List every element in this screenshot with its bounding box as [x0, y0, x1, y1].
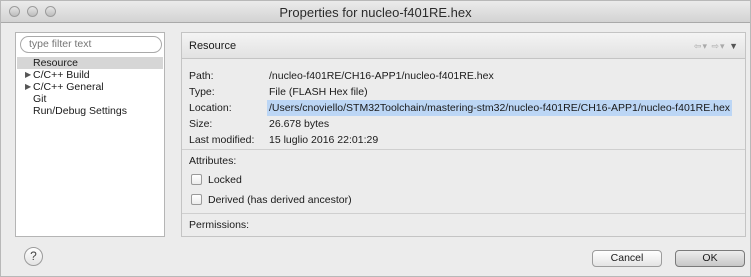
size-label: Size: [189, 118, 213, 130]
divider [182, 213, 745, 214]
help-button[interactable]: ? [24, 247, 43, 266]
derived-checkbox-row[interactable]: Derived (has derived ancestor) [191, 193, 352, 207]
sidebar-item-label: Git [33, 93, 47, 105]
page-nav: ⇦▾ ⇨▾ ▼ [694, 41, 739, 52]
category-tree: Resource ▶ C/C++ Build ▶ C/C++ General G… [17, 57, 163, 117]
forward-arrow-icon[interactable]: ⇨▾ [712, 41, 726, 51]
type-value: File (FLASH Hex file) [269, 86, 368, 98]
last-modified-value: 15 luglio 2016 22:01:29 [269, 134, 379, 146]
sidebar-item-label: C/C++ Build [33, 69, 90, 81]
path-label: Path: [189, 70, 214, 82]
sidebar-item-label: Resource [33, 57, 78, 69]
sidebar-item-c-cpp-general[interactable]: ▶ C/C++ General [17, 81, 163, 93]
locked-checkbox-row[interactable]: Locked [191, 173, 242, 187]
expand-triangle-icon[interactable]: ▶ [25, 81, 31, 93]
size-value: 26.678 bytes [269, 118, 330, 130]
derived-label: Derived (has derived ancestor) [208, 194, 352, 206]
sidebar-item-label: Run/Debug Settings [33, 105, 127, 117]
last-modified-label: Last modified: [189, 134, 255, 146]
sidebar-item-git[interactable]: Git [17, 93, 163, 105]
location-label: Location: [189, 102, 232, 114]
expand-triangle-icon[interactable]: ▶ [25, 69, 31, 81]
title-bar: Properties for nucleo-f401RE.hex [1, 1, 750, 23]
locked-checkbox[interactable] [191, 173, 202, 185]
view-menu-icon[interactable]: ▼ [729, 41, 739, 51]
filter-input[interactable] [29, 38, 153, 50]
window-title: Properties for nucleo-f401RE.hex [279, 5, 472, 20]
permissions-label: Permissions: [189, 219, 250, 231]
sidebar-item-run-debug-settings[interactable]: Run/Debug Settings [17, 105, 163, 117]
location-value[interactable]: /Users/cnoviello/STM32Toolchain/masterin… [267, 100, 733, 116]
location-row: Location: /Users/cnoviello/STM32Toolchai… [189, 100, 745, 116]
page-header: Resource ⇦▾ ⇨▾ ▼ [182, 33, 745, 59]
locked-label: Locked [208, 174, 242, 186]
sidebar-item-c-cpp-build[interactable]: ▶ C/C++ Build [17, 69, 163, 81]
properties-window: Properties for nucleo-f401RE.hex Resourc… [0, 0, 751, 277]
divider [182, 149, 745, 150]
filter-field[interactable] [20, 36, 162, 53]
path-value: /nucleo-f401RE/CH16-APP1/nucleo-f401RE.h… [269, 70, 494, 82]
size-row: Size: 26.678 bytes [189, 116, 745, 132]
properties-page: Resource ⇦▾ ⇨▾ ▼ Path: /nucleo-f401RE/CH… [181, 32, 746, 237]
cancel-button[interactable]: Cancel [592, 250, 662, 267]
ok-button[interactable]: OK [675, 250, 745, 267]
sidebar-item-label: C/C++ General [33, 81, 104, 93]
last-modified-row: Last modified: 15 luglio 2016 22:01:29 [189, 132, 745, 148]
type-row: Type: File (FLASH Hex file) [189, 84, 745, 100]
back-arrow-icon[interactable]: ⇦▾ [694, 41, 708, 51]
resource-properties: Path: /nucleo-f401RE/CH16-APP1/nucleo-f4… [189, 68, 745, 148]
path-row: Path: /nucleo-f401RE/CH16-APP1/nucleo-f4… [189, 68, 745, 84]
derived-checkbox[interactable] [191, 193, 202, 205]
sidebar: Resource ▶ C/C++ Build ▶ C/C++ General G… [15, 32, 165, 237]
type-label: Type: [189, 86, 215, 98]
sidebar-item-resource[interactable]: Resource [17, 57, 163, 69]
attributes-label: Attributes: [189, 155, 237, 167]
page-title: Resource [189, 40, 237, 52]
